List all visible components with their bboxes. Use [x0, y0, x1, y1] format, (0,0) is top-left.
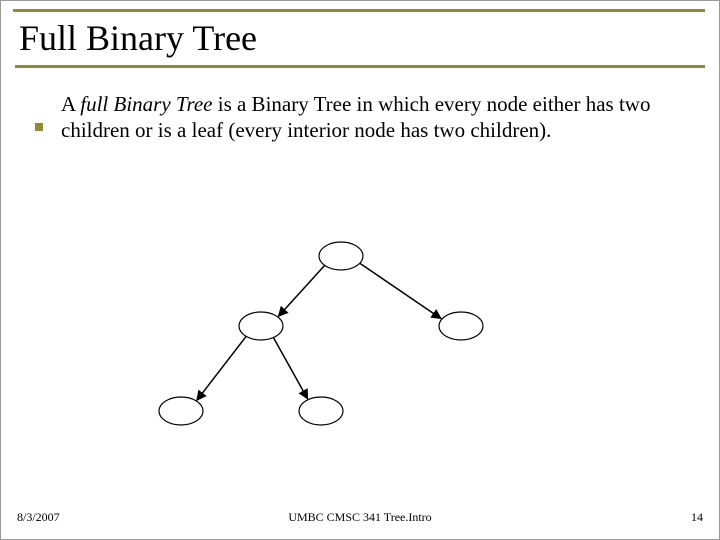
tree-edge: [197, 336, 247, 401]
tree-edge: [273, 337, 308, 399]
body-text: A full Binary Tree is a Binary Tree in w…: [35, 91, 679, 144]
tree-node: [319, 242, 363, 270]
def-italic: full Binary Tree: [80, 92, 212, 116]
tree-node: [239, 312, 283, 340]
tree-edge: [359, 263, 441, 319]
slide: Full Binary Tree A full Binary Tree is a…: [0, 0, 720, 540]
tree-node: [159, 397, 203, 425]
bullet-row: A full Binary Tree is a Binary Tree in w…: [35, 91, 679, 144]
slide-title: Full Binary Tree: [15, 13, 705, 69]
bullet-icon: [35, 123, 43, 131]
tree-diagram: [121, 231, 541, 451]
tree-edge: [278, 265, 325, 317]
definition-text: A full Binary Tree is a Binary Tree in w…: [61, 91, 679, 144]
footer: 8/3/2007 UMBC CMSC 341 Tree.Intro 14: [17, 510, 703, 525]
tree-edges: [197, 263, 441, 401]
footer-center: UMBC CMSC 341 Tree.Intro: [17, 510, 703, 525]
title-block: Full Binary Tree: [15, 13, 705, 68]
tree-node: [299, 397, 343, 425]
accent-line-under-title: [15, 65, 705, 68]
accent-line-top: [13, 9, 705, 12]
def-prefix: A: [61, 92, 80, 116]
tree-node: [439, 312, 483, 340]
tree-svg: [121, 231, 541, 451]
